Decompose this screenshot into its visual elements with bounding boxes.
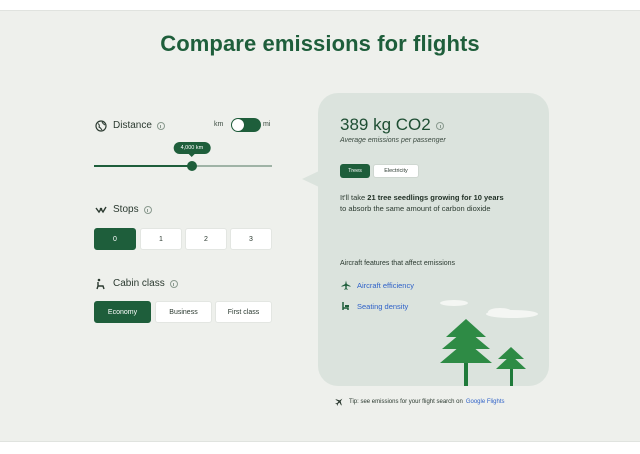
emissions-value: 389 kg CO2 [340,115,431,134]
feature-label[interactable]: Aircraft efficiency [357,281,414,290]
unit-mi-label: mi [263,121,271,128]
cabin-header: Cabin class [94,277,178,290]
cabin-option-business[interactable]: Business [155,301,212,323]
footer-tip: Tip: see emissions for your flight searc… [335,397,505,406]
distance-header: Distance [94,119,165,132]
feature-label[interactable]: Seating density [357,302,408,311]
feature-seating-density[interactable]: Seating density [340,301,408,311]
stops-option-2[interactable]: 2 [185,228,227,250]
unit-km-label: km [214,121,224,128]
globe-icon [94,119,107,132]
fact-suffix: to absorb the same amount of carbon diox… [340,204,491,213]
toggle-knob [232,119,244,131]
google-flights-link[interactable]: Google Flights [466,399,505,405]
airplane-icon [340,280,351,290]
info-icon[interactable] [169,279,178,288]
info-icon[interactable] [436,122,444,130]
card-pointer [302,171,319,187]
tab-electricity[interactable]: Electricity [373,164,419,178]
unit-toggle[interactable] [231,118,261,132]
seat-icon [340,301,351,311]
airplane-icon [335,397,344,406]
tree-fact: It'll take 21 tree seedlings growing for… [340,192,505,214]
distance-slider-thumb[interactable] [186,161,197,171]
emissions-subtitle: Average emissions per passenger [340,137,446,144]
cabin-option-first-class[interactable]: First class [215,301,272,323]
route-icon [94,203,107,216]
seat-icon [94,277,107,290]
feature-aircraft-efficiency[interactable]: Aircraft efficiency [340,280,414,290]
fact-years: for 10 years [461,193,504,202]
distance-slider-value: 4,000 km [173,142,211,157]
footer-text: Tip: see emissions for your flight searc… [349,398,463,405]
tab-trees[interactable]: Trees [340,164,370,178]
stops-header: Stops [94,203,152,216]
page-title: Compare emissions for flights [160,31,480,56]
stops-label: Stops [113,204,139,215]
fact-tree-count: 21 tree seedlings growing [367,193,460,202]
cabin-option-economy[interactable]: Economy [94,301,151,323]
stops-option-3[interactable]: 3 [230,228,272,250]
info-icon[interactable] [143,205,152,214]
distance-label: Distance [113,120,152,131]
stops-option-0[interactable]: 0 [94,228,136,250]
info-icon[interactable] [156,121,165,130]
tree-icon [440,319,492,386]
distance-slider-fill [94,165,192,167]
tree-icon [496,347,526,386]
fact-prefix: It'll take [340,193,366,202]
cloud-icon [440,300,538,318]
cabin-label: Cabin class [113,278,165,289]
features-title: Aircraft features that affect emissions [340,260,456,267]
stops-option-1[interactable]: 1 [140,228,182,250]
